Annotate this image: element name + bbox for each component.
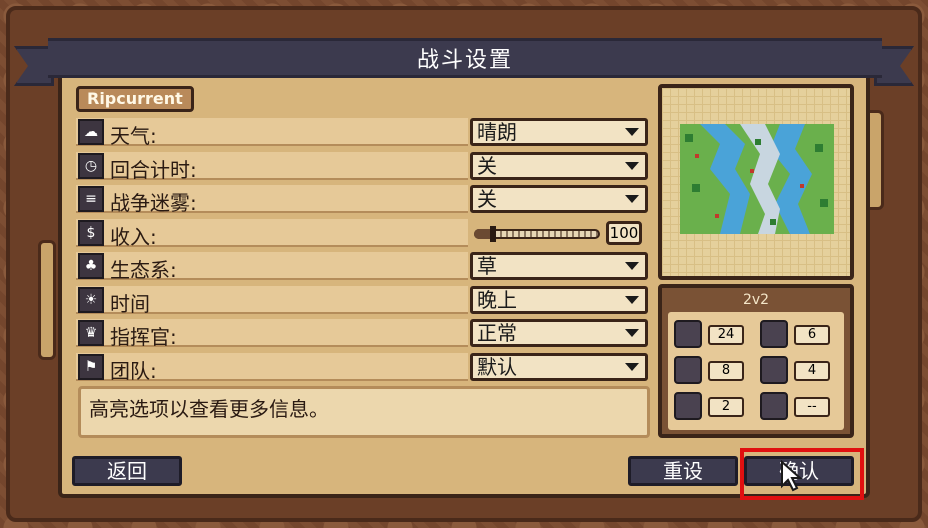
setting-row-team[interactable]: ⚑ 团队: 默认 xyxy=(76,351,650,385)
weather-icon: ☁ xyxy=(78,119,104,145)
setting-row-turn-timer[interactable]: ◷ 回合计时: 关 xyxy=(76,150,650,184)
clock-icon: ◷ xyxy=(78,152,104,179)
unit-entry: 6 xyxy=(758,318,838,350)
income-value: 100 xyxy=(606,220,642,245)
setting-label: 收入: xyxy=(110,224,157,249)
left-side-tab xyxy=(38,240,56,360)
chevron-down-icon xyxy=(625,362,639,371)
setting-label: 战争迷雾: xyxy=(110,191,197,215)
setting-row-fog[interactable]: ≡ 战争迷雾: 关 xyxy=(76,183,650,217)
setting-row-time[interactable]: ☀ 时间 晚上 xyxy=(76,284,650,318)
unit-entry: 24 xyxy=(672,318,752,350)
map-name-tag: Ripcurrent xyxy=(76,86,194,112)
unit-entry: 4 xyxy=(758,354,838,386)
info-text-box: 高亮选项以查看更多信息。 xyxy=(78,386,650,438)
setting-label: 指挥官: xyxy=(110,325,177,349)
unit-entry: -- xyxy=(758,390,838,422)
sun-icon: ☀ xyxy=(78,286,104,313)
biome-dropdown[interactable]: 草 xyxy=(470,252,648,280)
chevron-down-icon xyxy=(625,195,639,203)
map-preview xyxy=(658,84,854,280)
fog-dropdown[interactable]: 关 xyxy=(470,185,648,213)
match-mode: 2v2 xyxy=(742,292,770,308)
turn-timer-dropdown[interactable]: 关 xyxy=(470,151,648,180)
tent-icon xyxy=(674,392,702,420)
house-icon xyxy=(674,320,702,348)
back-button[interactable]: 返回 xyxy=(72,456,182,486)
mouse-cursor-icon xyxy=(781,460,803,492)
title-bar: 战斗设置 xyxy=(48,38,882,78)
settings-list: ☁ 天气: 晴朗 ◷ 回合计时: 关 ≡ 战争迷雾: 关 $ 收入: 100 ♣… xyxy=(76,116,650,384)
setting-label: 时间 xyxy=(110,291,150,316)
chevron-down-icon xyxy=(625,295,639,304)
setting-label: 天气: xyxy=(110,124,157,148)
setting-row-biome[interactable]: ♣ 生态系: 草 xyxy=(76,250,650,284)
chevron-down-icon xyxy=(625,128,639,136)
income-icon: $ xyxy=(78,219,104,246)
setting-row-commander[interactable]: ♛ 指挥官: 正常 xyxy=(76,317,650,351)
unit-entry: 8 xyxy=(672,354,752,386)
setting-row-weather[interactable]: ☁ 天气: 晴朗 xyxy=(76,116,650,150)
hut-icon xyxy=(760,392,788,420)
setting-label: 生态系: xyxy=(110,258,177,282)
setting-label: 团队: xyxy=(110,358,157,383)
map-thumbnail xyxy=(680,124,834,234)
unit-entry: 2 xyxy=(672,390,752,422)
time-dropdown[interactable]: 晚上 xyxy=(470,285,648,314)
barracks-icon xyxy=(760,320,788,348)
castle-icon xyxy=(674,356,702,384)
setting-row-income[interactable]: $ 收入: 100 xyxy=(76,217,650,251)
tree-icon: ♣ xyxy=(78,253,104,279)
chevron-down-icon xyxy=(625,161,639,170)
income-slider[interactable]: 100 xyxy=(470,219,648,247)
weather-dropdown[interactable]: 晴朗 xyxy=(470,118,648,146)
window-title: 战斗设置 xyxy=(416,48,513,73)
fog-icon: ≡ xyxy=(78,186,104,212)
chevron-down-icon xyxy=(625,329,639,337)
slider-thumb[interactable] xyxy=(490,225,496,242)
team-dropdown[interactable]: 默认 xyxy=(470,352,648,381)
setting-label: 回合计时: xyxy=(110,157,197,182)
crown-icon: ♛ xyxy=(78,320,104,346)
flag-icon: ⚑ xyxy=(78,353,104,380)
team-summary-panel: 2v2 24 6 8 4 2 -- xyxy=(658,284,854,438)
reset-button[interactable]: 重设 xyxy=(628,456,738,486)
chevron-down-icon xyxy=(625,262,639,270)
commander-dropdown[interactable]: 正常 xyxy=(470,319,648,347)
tower-icon xyxy=(760,356,788,384)
